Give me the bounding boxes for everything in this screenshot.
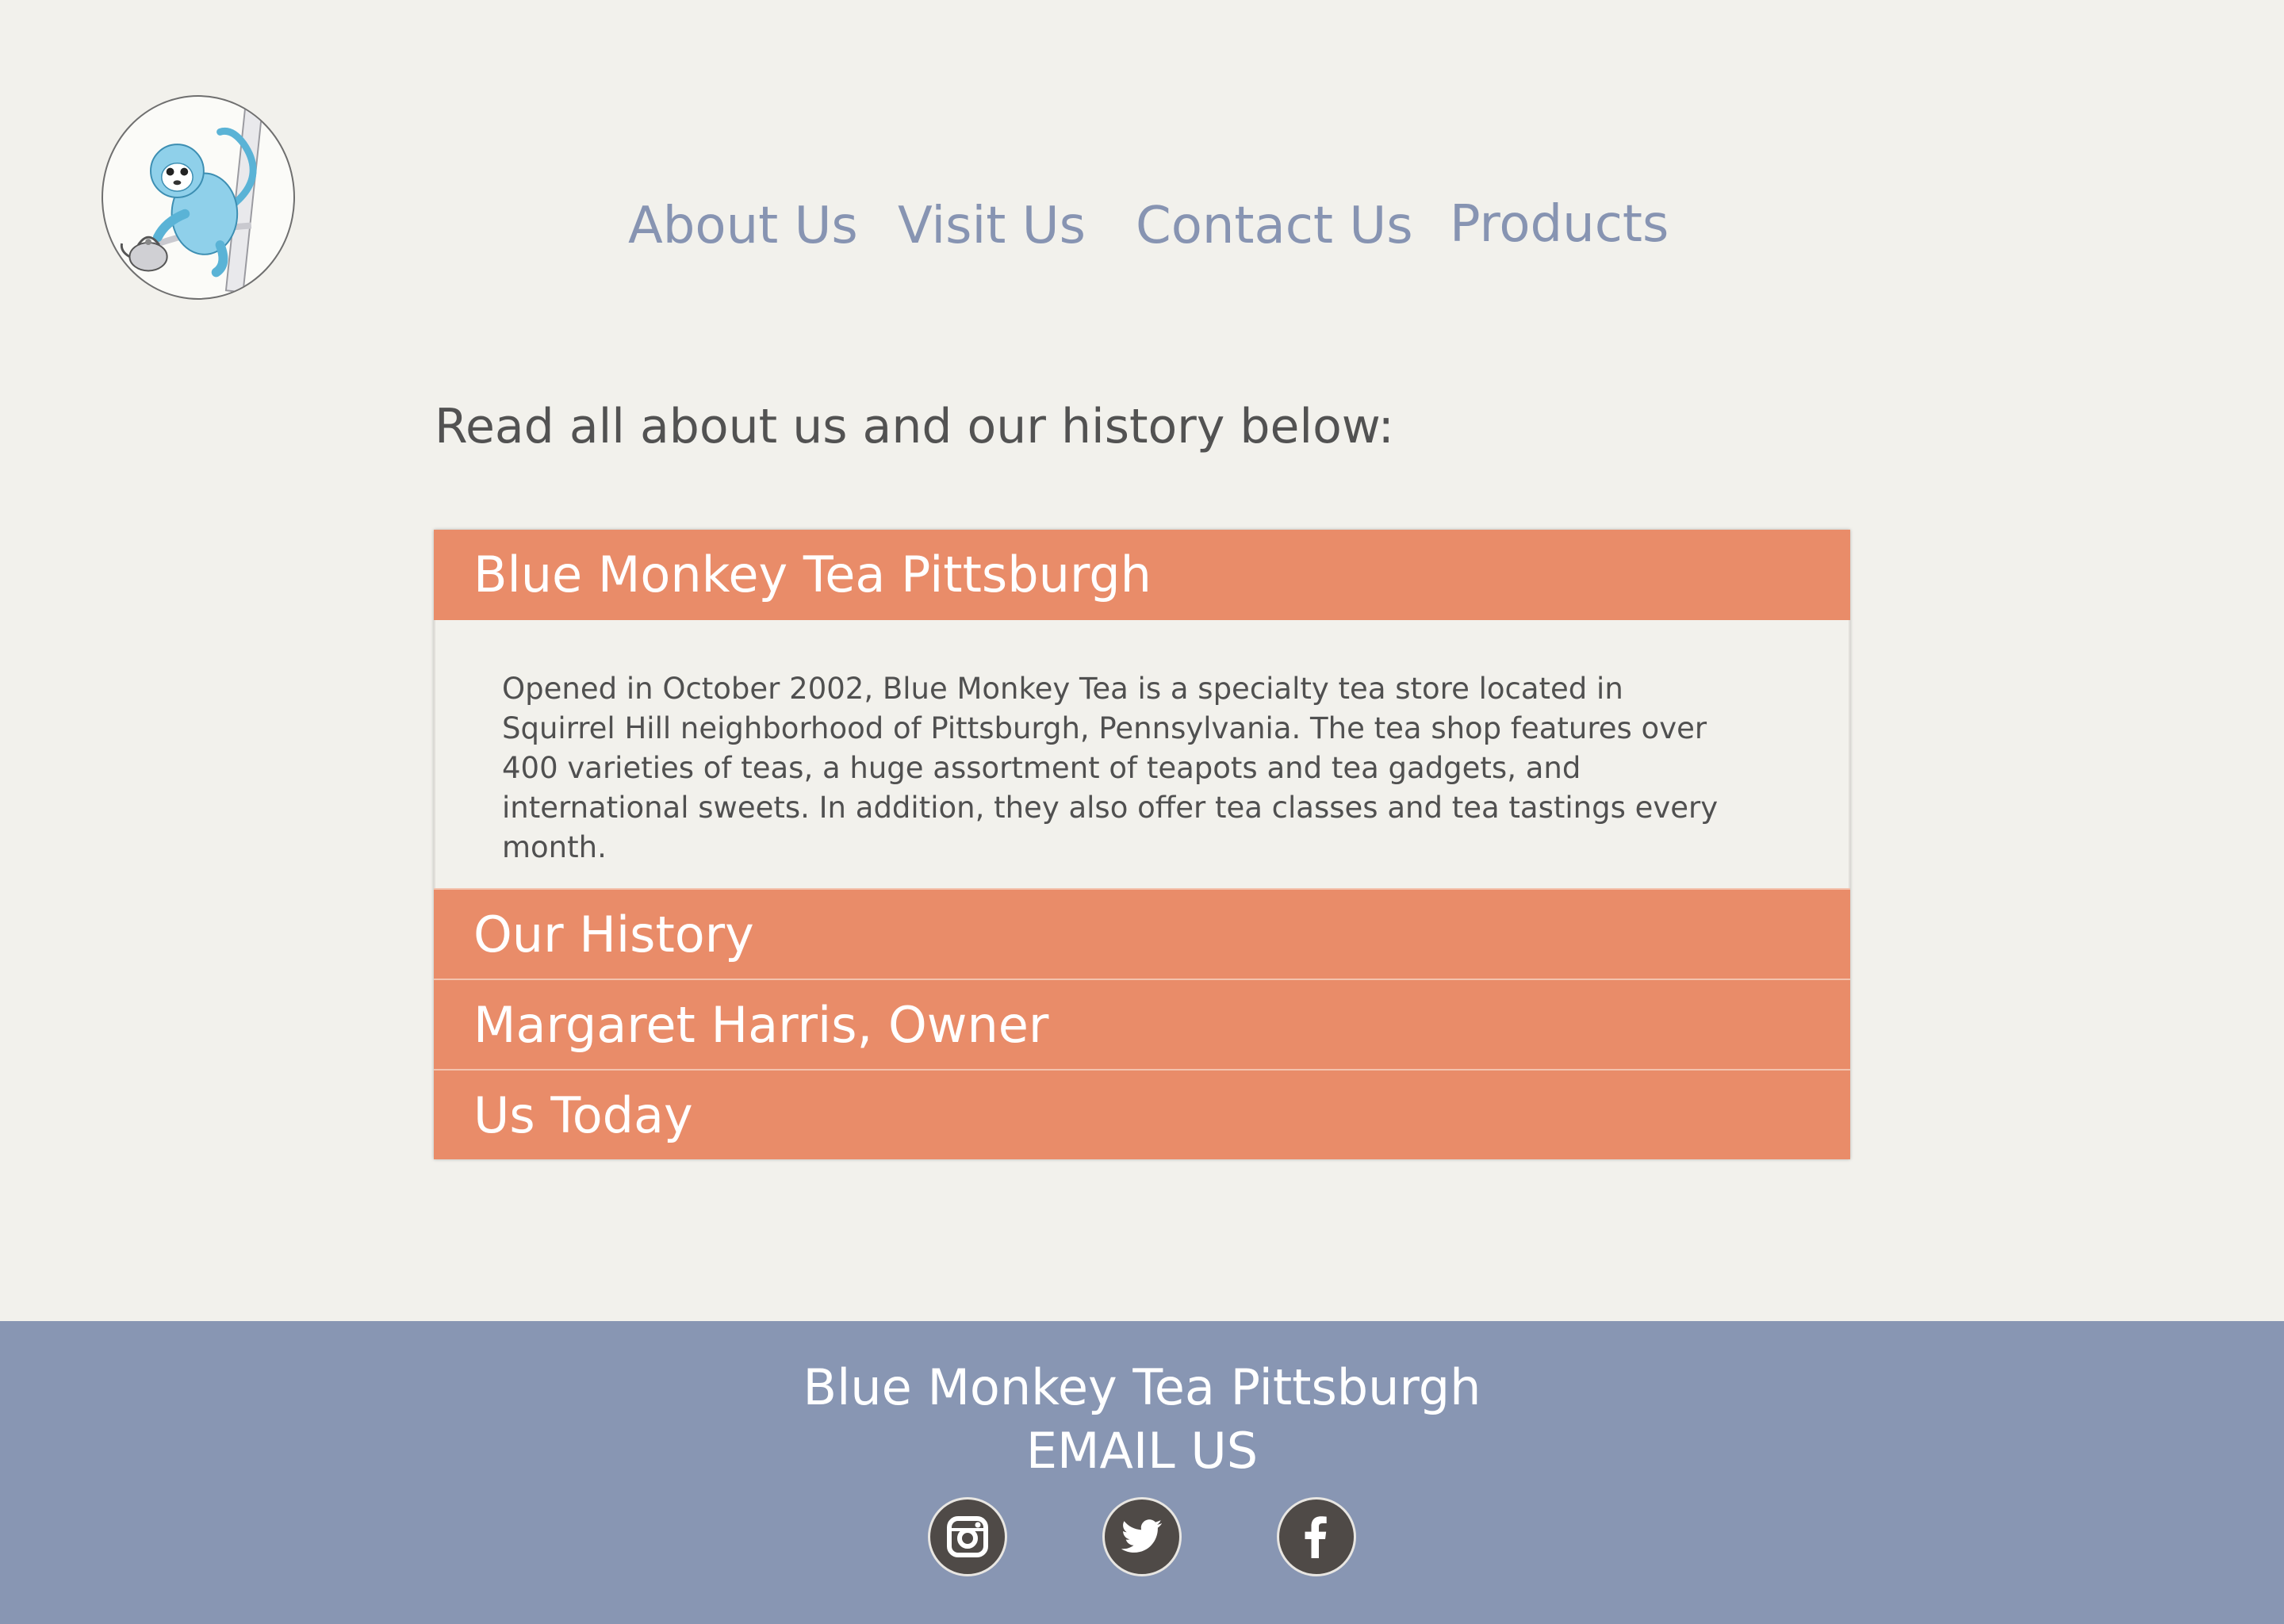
accordion-header-our-history[interactable]: Our History: [434, 888, 1850, 979]
instagram-icon: [947, 1516, 988, 1557]
accordion-header-us-today[interactable]: Us Today: [434, 1069, 1850, 1159]
footer-title: Blue Monkey Tea Pittsburgh: [803, 1358, 1481, 1416]
accordion-body-text: Opened in October 2002, Blue Monkey Tea …: [502, 672, 1719, 864]
page-intro: Read all about us and our history below:: [435, 399, 1394, 454]
about-accordion: Blue Monkey Tea Pittsburgh Opened in Oct…: [434, 530, 1850, 1159]
twitter-link[interactable]: [1102, 1497, 1182, 1576]
email-us-link[interactable]: EMAIL US: [0, 1419, 2284, 1483]
nav-contact-us[interactable]: Contact Us: [1136, 190, 1413, 262]
nav-about-us[interactable]: About Us: [628, 190, 858, 262]
facebook-link[interactable]: [1277, 1497, 1356, 1576]
site-footer: Blue Monkey Tea Pittsburgh EMAIL US: [0, 1321, 2284, 1624]
facebook-icon: [1305, 1516, 1327, 1558]
accordion-header-blue-monkey-tea[interactable]: Blue Monkey Tea Pittsburgh: [434, 530, 1850, 620]
nav-products[interactable]: Products: [1450, 189, 1669, 260]
twitter-icon: [1121, 1519, 1162, 1553]
nav-visit-us[interactable]: Visit Us: [898, 190, 1086, 262]
instagram-link[interactable]: [928, 1497, 1007, 1576]
main-nav: About Us Visit Us Contact Us Products: [0, 190, 2284, 262]
accordion-panel-blue-monkey-tea: Opened in October 2002, Blue Monkey Tea …: [434, 620, 1850, 888]
accordion-header-owner[interactable]: Margaret Harris, Owner: [434, 979, 1850, 1069]
